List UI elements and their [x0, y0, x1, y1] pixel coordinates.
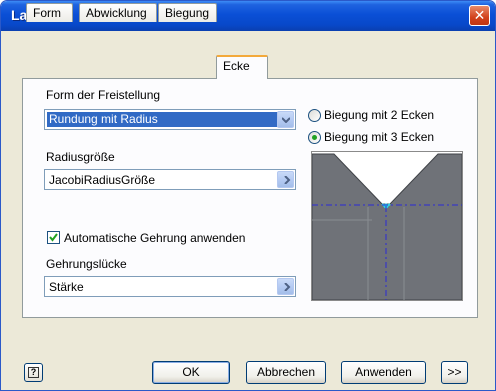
tab-biegung-label: Biegung	[165, 6, 210, 20]
cancel-button[interactable]: Abbrechen	[246, 361, 326, 384]
corner-preview-image	[311, 151, 463, 301]
auto-miter-checkbox[interactable]	[47, 231, 60, 244]
close-button[interactable]: ✕	[469, 5, 490, 26]
corner-2-label: Biegung mit 2 Ecken	[324, 108, 435, 122]
tab-form[interactable]: Form	[26, 3, 73, 22]
chevron-right-icon[interactable]	[277, 278, 294, 295]
title-bar[interactable]: Lasche ✕	[1, 1, 495, 31]
corner-3-radio[interactable]	[308, 131, 321, 144]
help-button[interactable]: ?	[24, 363, 43, 382]
help-icon: ?	[28, 367, 39, 378]
close-icon: ✕	[473, 7, 486, 23]
chevron-right-icon[interactable]	[277, 171, 294, 188]
tab-ecke-label: Ecke	[223, 59, 250, 73]
radius-size-field[interactable]: JacobiRadiusGröße	[44, 169, 296, 190]
more-button[interactable]: >>	[441, 361, 468, 384]
apply-button[interactable]: Anwenden	[341, 361, 426, 384]
miter-gap-label: Gehrungslücke	[46, 257, 127, 271]
tab-abwicklung[interactable]: Abwicklung	[79, 3, 157, 22]
flange-shape	[312, 153, 462, 300]
relief-shape-label: Form der Freistellung	[46, 88, 161, 102]
corner-3-label: Biegung mit 3 Ecken	[324, 130, 435, 144]
tab-abwicklung-label: Abwicklung	[86, 6, 147, 20]
tab-ecke[interactable]: Ecke	[216, 55, 268, 79]
radius-size-value: JacobiRadiusGröße	[49, 173, 156, 187]
tab-form-label: Form	[33, 6, 61, 20]
miter-gap-field[interactable]: Stärke	[44, 276, 296, 297]
checkmark-icon	[49, 233, 58, 242]
ok-button[interactable]: OK	[152, 361, 230, 384]
miter-gap-value: Stärke	[49, 280, 84, 294]
auto-miter-label: Automatische Gehrung anwenden	[64, 231, 246, 245]
relief-shape-value: Rundung mit Radius	[47, 112, 293, 127]
relief-shape-dropdown[interactable]: Rundung mit Radius	[44, 109, 296, 130]
corner-2-radio[interactable]	[308, 109, 321, 122]
radius-size-label: Radiusgröße	[46, 150, 115, 164]
tab-biegung[interactable]: Biegung	[158, 3, 217, 22]
chevron-down-icon[interactable]	[277, 111, 294, 128]
